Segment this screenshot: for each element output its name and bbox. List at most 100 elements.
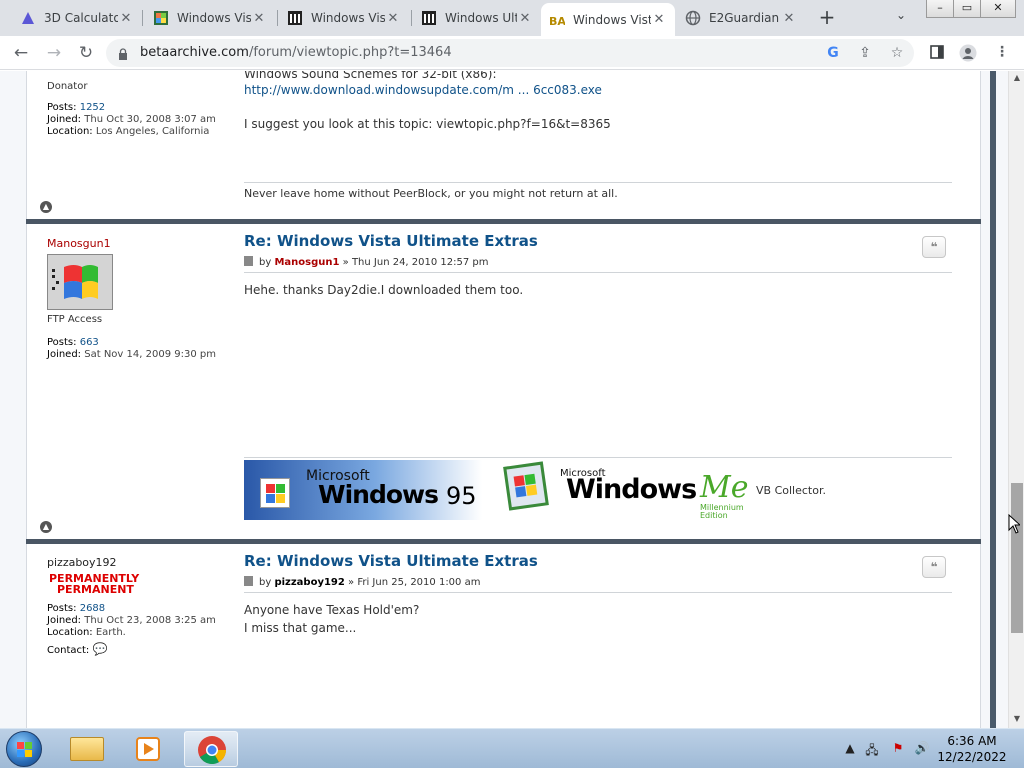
page-scrollbar[interactable]: ▲ ▼ bbox=[1008, 71, 1024, 728]
close-window-button[interactable]: ✕ bbox=[980, 0, 1016, 18]
tab-separator bbox=[277, 10, 278, 26]
tab-windows-ultimate[interactable]: Windows Ultimate ✕ bbox=[413, 3, 541, 33]
posts-count-link[interactable]: 1252 bbox=[80, 102, 105, 113]
signature: Never leave home without PeerBlock, or y… bbox=[244, 182, 952, 200]
media-player-taskbar-button[interactable] bbox=[122, 731, 176, 767]
posts-count-link[interactable]: 663 bbox=[80, 337, 99, 348]
minimize-button[interactable]: – bbox=[926, 0, 954, 18]
system-clock[interactable]: 6:36 AM 12/22/2022 bbox=[930, 733, 1014, 765]
signature-text: VB Collector. bbox=[756, 484, 826, 497]
post-text: Windows Sound Schemes for 32-bit (x86): bbox=[244, 71, 497, 81]
folder-icon bbox=[70, 737, 104, 761]
posts-stat: Posts: 1252 bbox=[47, 102, 106, 113]
post-meta: by pizzaboy192 » Fri Jun 25, 2010 1:00 a… bbox=[244, 576, 952, 593]
quote-button[interactable]: ❝ bbox=[922, 556, 946, 578]
rank-image: PERMANENTLY PERMANENT bbox=[49, 572, 140, 596]
close-icon[interactable]: ✕ bbox=[385, 11, 401, 26]
post-date: Thu Jun 24, 2010 12:57 pm bbox=[351, 257, 489, 268]
user-rank: Donator bbox=[47, 81, 88, 92]
close-icon[interactable]: ✕ bbox=[118, 11, 134, 26]
post2-body: Re: Windows Vista Ultimate Extras by piz… bbox=[244, 552, 952, 637]
tab-windows-vista-2[interactable]: Windows Vista ✕ bbox=[279, 3, 409, 33]
new-tab-button[interactable]: + bbox=[816, 6, 838, 28]
clock-time: 6:36 AM bbox=[947, 734, 997, 748]
author-name-link[interactable]: pizzaboy192 bbox=[274, 577, 344, 588]
back-to-top-icon[interactable]: ▲ bbox=[40, 201, 52, 213]
tab-windows-vista-1[interactable]: Windows Vista ✕ bbox=[145, 3, 275, 33]
page-right-rail bbox=[990, 71, 996, 728]
user-rank: FTP Access bbox=[47, 314, 103, 325]
quote-button[interactable]: ❝ bbox=[922, 236, 946, 258]
prev-post-profile: Donator Posts: 1252 Joined: Thu Oct 30, … bbox=[47, 77, 216, 138]
post-date: Fri Jun 25, 2010 1:00 am bbox=[357, 577, 481, 588]
close-icon[interactable]: ✕ bbox=[251, 11, 267, 26]
close-icon[interactable]: ✕ bbox=[781, 11, 797, 26]
side-panel-icon[interactable] bbox=[928, 44, 946, 62]
post-title-link[interactable]: Re: Windows Vista Ultimate Extras bbox=[244, 552, 952, 570]
lock-icon[interactable] bbox=[118, 46, 128, 60]
posts-stat: Posts: 663 bbox=[47, 337, 99, 348]
author-name-link[interactable]: pizzaboy192 bbox=[47, 556, 216, 569]
bookmark-star-icon[interactable]: ☆ bbox=[888, 44, 906, 62]
download-link[interactable]: http://www.download.windowsupdate.com/m … bbox=[244, 83, 952, 97]
post-icon[interactable] bbox=[244, 256, 253, 266]
action-center-icon[interactable]: ⚑ bbox=[890, 741, 906, 757]
chevron-down-icon[interactable]: ⌄ bbox=[896, 8, 906, 22]
scroll-up-icon[interactable]: ▲ bbox=[1009, 73, 1024, 85]
avatar[interactable] bbox=[47, 254, 113, 310]
scroll-down-icon[interactable]: ▼ bbox=[1009, 714, 1024, 726]
windows95-logo: Microsoft Windows 95 bbox=[244, 460, 482, 520]
network-icon[interactable]: 🖧 bbox=[864, 741, 880, 757]
post-meta: by Manosgun1 » Thu Jun 24, 2010 12:57 pm bbox=[244, 256, 952, 273]
author-name-link[interactable]: Manosgun1 bbox=[47, 237, 216, 250]
volume-icon[interactable]: 🔊 bbox=[914, 741, 930, 757]
profile-avatar-icon[interactable] bbox=[959, 44, 977, 62]
triangle-icon bbox=[20, 10, 36, 26]
post1-profile: Manosgun1 FTP Access Posts: 663 Joined: … bbox=[47, 237, 216, 361]
address-bar[interactable]: betaarchive.com/forum/viewtopic.php?t=13… bbox=[106, 39, 914, 67]
chrome-taskbar-button[interactable] bbox=[184, 731, 238, 767]
post2-profile: pizzaboy192 PERMANENTLY PERMANENT Posts:… bbox=[47, 556, 216, 657]
joined-stat: Joined: Sat Nov 14, 2009 9:30 pm bbox=[47, 349, 216, 360]
post-text: Anyone have Texas Hold'em? I miss that g… bbox=[244, 603, 420, 635]
globe-icon bbox=[685, 10, 701, 26]
posts-stat: Posts: 2688 bbox=[47, 603, 106, 614]
url-text: betaarchive.com/forum/viewtopic.php?t=13… bbox=[140, 45, 452, 60]
windows-flag-icon bbox=[260, 478, 290, 508]
chat-bubble-icon[interactable]: 💬 bbox=[92, 642, 107, 656]
betaarchive-icon: BA bbox=[549, 12, 566, 28]
tab-3d-calculator[interactable]: 3D Calculator ✕ bbox=[12, 3, 142, 33]
media-player-icon bbox=[136, 737, 160, 761]
maximize-button[interactable]: ▭ bbox=[953, 0, 981, 18]
back-button[interactable]: ← bbox=[10, 42, 32, 64]
post-icon[interactable] bbox=[244, 576, 253, 586]
share-icon[interactable]: ⇪ bbox=[856, 44, 874, 62]
post-text: I suggest you look at this topic: viewto… bbox=[244, 117, 611, 131]
post-title-link[interactable]: Re: Windows Vista Ultimate Extras bbox=[244, 232, 952, 250]
browser-toolbar: ← → ↻ betaarchive.com/forum/viewtopic.ph… bbox=[0, 36, 1024, 70]
vista-icon bbox=[153, 10, 169, 26]
location-stat: Location: Earth. bbox=[47, 627, 126, 638]
reload-button[interactable]: ↻ bbox=[75, 42, 97, 64]
close-icon[interactable]: ✕ bbox=[651, 12, 667, 27]
forward-button[interactable]: → bbox=[43, 42, 65, 64]
tab-e2guardian[interactable]: E2Guardian ✕ bbox=[677, 3, 805, 33]
signature: Microsoft Windows 95 Microsoft Windows M… bbox=[244, 457, 952, 521]
author-name-link[interactable]: Manosgun1 bbox=[274, 257, 339, 268]
posts-count-link[interactable]: 2688 bbox=[80, 603, 105, 614]
url-path: /forum/viewtopic.php?t=13464 bbox=[248, 45, 452, 60]
menu-kebab-icon[interactable]: ⋮ bbox=[993, 44, 1011, 62]
prev-post-body: Windows Sound Schemes for 32-bit (x86): … bbox=[244, 71, 952, 133]
back-to-top-icon[interactable]: ▲ bbox=[40, 521, 52, 533]
start-button[interactable] bbox=[6, 731, 42, 767]
tab-separator bbox=[411, 10, 412, 26]
scrollbar-thumb[interactable] bbox=[1011, 483, 1023, 633]
close-icon[interactable]: ✕ bbox=[517, 11, 533, 26]
google-icon[interactable]: G bbox=[824, 44, 842, 62]
show-hidden-icons-icon[interactable]: ▲ bbox=[842, 741, 858, 757]
explorer-taskbar-button[interactable] bbox=[60, 731, 114, 767]
location-stat: Location: Los Angeles, California bbox=[47, 126, 210, 137]
archive-icon bbox=[287, 10, 303, 26]
tab-windows-vista-active[interactable]: BA Windows Vista ✕ bbox=[541, 3, 675, 36]
windows-me-logo: Microsoft Windows Me Millennium Edition bbox=[502, 460, 748, 522]
